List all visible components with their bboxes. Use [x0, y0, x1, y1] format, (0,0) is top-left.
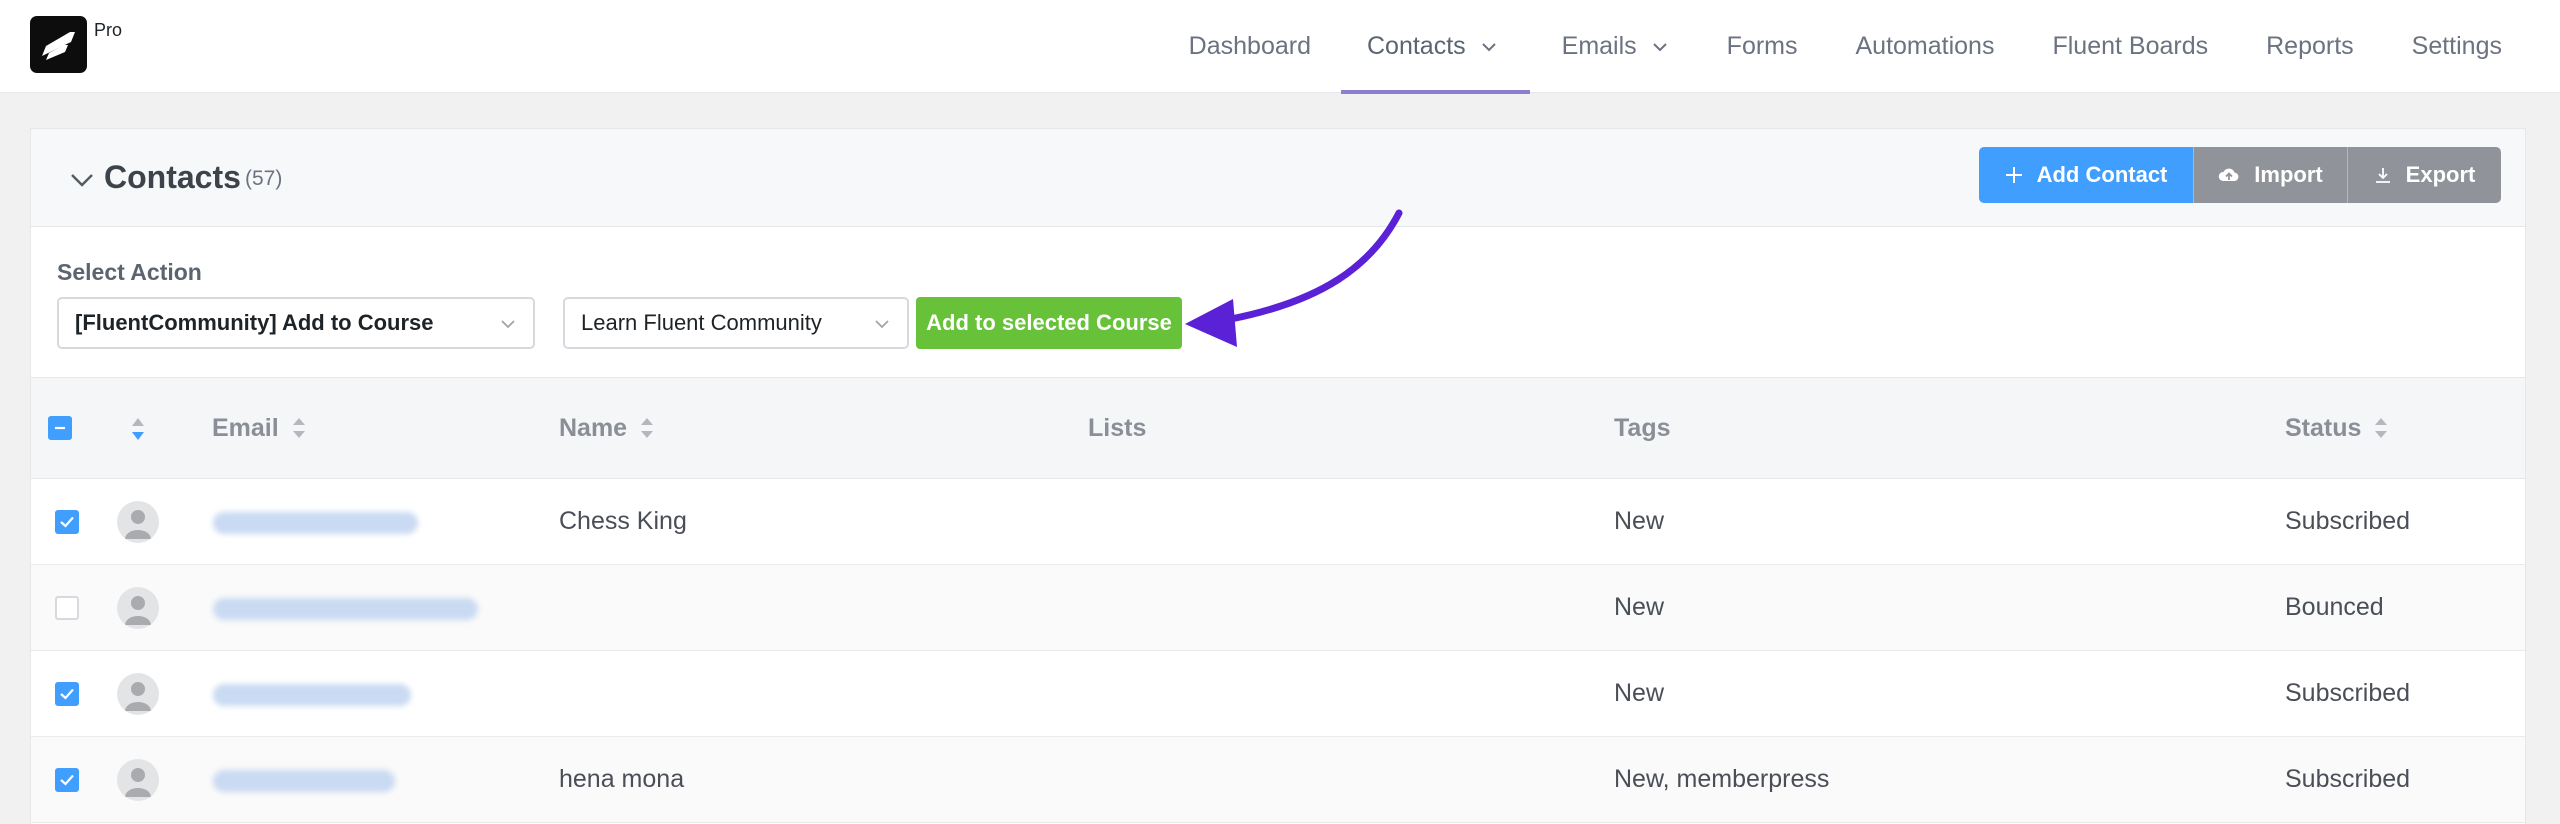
- table-row[interactable]: Chess King New Subscribed: [31, 479, 2525, 565]
- top-navigation-bar: Pro Dashboard Contacts Emails Forms Auto…: [0, 0, 2560, 94]
- contact-tags: New: [1614, 679, 1665, 707]
- nav-reports-label: Reports: [2266, 32, 2354, 60]
- email-redacted[interactable]: [213, 598, 478, 620]
- check-icon: [60, 774, 74, 786]
- column-name[interactable]: Name: [559, 378, 655, 478]
- table-row[interactable]: New Bounced: [31, 565, 2525, 651]
- course-select-value: Learn Fluent Community: [581, 310, 822, 335]
- nav-automations-label: Automations: [1855, 32, 1995, 60]
- pro-badge: Pro: [94, 20, 123, 40]
- bulk-action-select[interactable]: [FluentCommunity] Add to Course: [57, 297, 535, 349]
- column-lists-label: Lists: [1088, 413, 1147, 442]
- minus-icon: [55, 426, 65, 430]
- table-header: Email Name Lists Tags Status: [31, 377, 2525, 479]
- chevron-down-icon[interactable]: [69, 167, 95, 193]
- column-status-label: Status: [2285, 413, 2362, 442]
- email-redacted[interactable]: [213, 770, 395, 792]
- email-redacted[interactable]: [213, 684, 411, 706]
- contact-name[interactable]: hena mona: [559, 737, 684, 822]
- table-row[interactable]: New Subscribed: [31, 651, 2525, 737]
- plus-icon: [2005, 167, 2022, 183]
- row-checkbox[interactable]: [55, 682, 79, 706]
- page-title: Contacts: [104, 159, 241, 195]
- nav-automations[interactable]: Automations: [1827, 0, 2024, 93]
- nav-reports[interactable]: Reports: [2237, 0, 2383, 93]
- select-action-label: Select Action: [57, 259, 202, 285]
- annotation-arrow-icon: [1185, 209, 1403, 347]
- column-tags-label: Tags: [1614, 413, 1671, 442]
- nav-contacts[interactable]: Contacts: [1340, 0, 1530, 94]
- nav-fluent-boards-label: Fluent Boards: [2052, 32, 2209, 60]
- select-all-checkbox[interactable]: [48, 416, 72, 440]
- nav-emails-label: Emails: [1561, 32, 1637, 60]
- contact-tags: New, memberpress: [1614, 765, 1830, 793]
- contact-status: Bounced: [2285, 593, 2384, 621]
- sort-icon[interactable]: [129, 416, 147, 442]
- avatar: [117, 673, 159, 715]
- nav-emails[interactable]: Emails: [1530, 0, 1698, 93]
- nav-settings[interactable]: Settings: [2383, 0, 2560, 93]
- row-checkbox[interactable]: [55, 768, 79, 792]
- column-email[interactable]: Email: [212, 378, 307, 478]
- add-to-course-button[interactable]: Add to selected Course: [916, 297, 1182, 349]
- nav-dashboard[interactable]: Dashboard: [1160, 0, 1341, 93]
- import-button[interactable]: Import: [2193, 147, 2347, 203]
- nav-forms[interactable]: Forms: [1698, 0, 1827, 93]
- nav-fluent-boards[interactable]: Fluent Boards: [2023, 0, 2237, 93]
- column-status[interactable]: Status: [2285, 378, 2389, 478]
- avatar: [117, 501, 159, 543]
- nav-dashboard-label: Dashboard: [1188, 32, 1311, 60]
- contact-tags: New: [1614, 593, 1665, 621]
- contact-status: Subscribed: [2285, 507, 2411, 535]
- fluentcrm-logo-icon[interactable]: [30, 16, 87, 73]
- contacts-count: (57): [245, 167, 283, 190]
- import-label: Import: [2254, 162, 2323, 187]
- course-select[interactable]: Learn Fluent Community: [563, 297, 909, 349]
- nav-settings-label: Settings: [2411, 32, 2502, 60]
- contact-status: Subscribed: [2285, 765, 2411, 793]
- avatar: [117, 587, 159, 629]
- contacts-panel: Contacts (57) Add Contact Import Export: [30, 128, 2526, 824]
- export-label: Export: [2405, 162, 2476, 187]
- nav-contacts-label: Contacts: [1366, 32, 1466, 60]
- nav-forms-label: Forms: [1726, 32, 1798, 60]
- column-lists: Lists: [1088, 378, 1146, 478]
- bulk-action-value: [FluentCommunity] Add to Course: [75, 310, 434, 335]
- download-icon: [2375, 168, 2390, 183]
- table-row[interactable]: hena mona New, memberpress Subscribed: [31, 737, 2525, 823]
- contacts-table: Email Name Lists Tags Status Chess King …: [31, 377, 2525, 823]
- column-name-label: Name: [559, 413, 628, 442]
- main-nav: Dashboard Contacts Emails Forms Automati…: [1160, 0, 2560, 94]
- sort-icon: [2375, 418, 2388, 438]
- export-button[interactable]: Export: [2347, 147, 2501, 203]
- add-to-course-label: Add to selected Course: [926, 310, 1172, 335]
- chevron-down-icon: [1481, 42, 1496, 51]
- contact-tags: New: [1614, 507, 1665, 535]
- add-contact-label: Add Contact: [2036, 162, 2168, 187]
- column-tags: Tags: [1614, 378, 1671, 478]
- contact-status: Subscribed: [2285, 679, 2411, 707]
- email-redacted[interactable]: [213, 512, 418, 534]
- check-icon: [60, 688, 74, 700]
- row-checkbox[interactable]: [55, 596, 79, 620]
- cloud-upload-icon: [2219, 168, 2239, 181]
- avatar: [117, 759, 159, 801]
- sort-icon: [292, 418, 305, 438]
- row-checkbox[interactable]: [55, 510, 79, 534]
- contact-name[interactable]: Chess King: [559, 479, 687, 564]
- chevron-down-icon: [875, 320, 889, 329]
- chevron-down-icon: [501, 320, 515, 329]
- header-button-group: Add Contact Import Export: [1979, 147, 2501, 203]
- add-contact-button[interactable]: Add Contact: [1979, 147, 2193, 203]
- chevron-down-icon: [1652, 42, 1667, 51]
- column-email-label: Email: [212, 413, 279, 442]
- check-icon: [60, 516, 74, 528]
- sort-icon: [641, 418, 654, 438]
